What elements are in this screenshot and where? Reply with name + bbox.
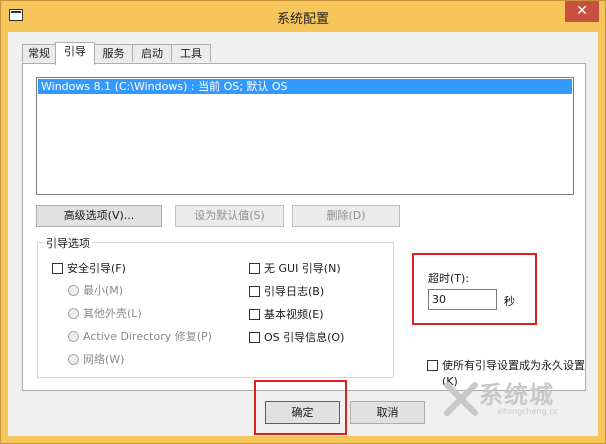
no-gui-boot-checkbox[interactable]: 无 GUI 引导(N) [249, 262, 341, 276]
boot-entries-list[interactable]: Windows 8.1 (C:\Windows) : 当前 OS; 默认 OS [36, 77, 574, 195]
cancel-button[interactable]: 取消 [350, 401, 425, 424]
os-boot-info-checkbox[interactable]: OS 引导信息(O) [249, 331, 344, 345]
delete-button[interactable]: 删除(D) [292, 205, 400, 227]
base-video-label: 基本视频(E) [264, 308, 324, 321]
boot-log-label: 引导日志(B) [264, 285, 325, 298]
no-gui-boot-label: 无 GUI 引导(N) [264, 262, 341, 275]
watermark-url: xitongcheng.cc [497, 407, 559, 416]
active-directory-label: Active Directory 修复(P) [83, 330, 212, 343]
safe-boot-checkbox[interactable]: 安全引导(F) [52, 262, 126, 276]
close-button[interactable]: ✕ [565, 1, 599, 22]
timeout-input[interactable]: 30 [428, 289, 497, 310]
watermark-logo-icon [444, 382, 478, 416]
title-bar[interactable]: 系统配置 ✕ [1, 1, 605, 31]
checkbox-box[interactable] [249, 286, 260, 297]
safe-boot-label: 安全引导(F) [67, 262, 126, 275]
minimal-label: 最小(M) [83, 284, 124, 297]
ok-button[interactable]: 确定 [265, 401, 340, 424]
base-video-checkbox[interactable]: 基本视频(E) [249, 308, 324, 322]
tab-tools[interactable]: 工具 [171, 44, 211, 62]
active-directory-repair-radio[interactable]: Active Directory 修复(P) [68, 330, 212, 344]
boot-log-checkbox[interactable]: 引导日志(B) [249, 285, 324, 299]
network-radio[interactable]: 网络(W) [68, 353, 124, 367]
radio-circle[interactable] [68, 285, 79, 296]
radio-circle[interactable] [68, 354, 79, 365]
tab-boot[interactable]: 引导 [55, 42, 95, 65]
alternate-shell-radio[interactable]: 其他外壳(L) [68, 307, 142, 321]
window-title: 系统配置 [276, 12, 329, 27]
radio-circle[interactable] [68, 331, 79, 342]
alternate-shell-label: 其他外壳(L) [83, 307, 142, 320]
os-boot-info-label: OS 引导信息(O) [264, 331, 345, 344]
minimal-radio[interactable]: 最小(M) [68, 284, 123, 298]
checkbox-box[interactable] [427, 360, 438, 371]
site-watermark: 系统城 xitongcheng.cc [441, 371, 591, 436]
network-label: 网络(W) [83, 353, 125, 366]
boot-options-group: 引导选项 安全引导(F) 最小(M) 其他外壳(L) Active Direct… [37, 235, 394, 378]
system-config-window: 系统配置 ✕ 常规 引导 服务 启动 工具 Windows 8.1 (C:\Wi… [0, 0, 606, 444]
timeout-unit: 秒 [504, 295, 515, 308]
checkbox-box[interactable] [249, 263, 260, 274]
radio-circle[interactable] [68, 308, 79, 319]
watermark-text: 系统城 [479, 381, 554, 409]
boot-options-legend: 引导选项 [44, 235, 92, 251]
boot-tab-panel: Windows 8.1 (C:\Windows) : 当前 OS; 默认 OS … [22, 63, 586, 391]
tab-general[interactable]: 常规 [22, 44, 56, 62]
timeout-label: 超时(T): [428, 272, 470, 285]
checkbox-box[interactable] [249, 309, 260, 320]
tab-services[interactable]: 服务 [94, 44, 133, 62]
tab-startup[interactable]: 启动 [132, 44, 172, 62]
boot-entry-selected[interactable]: Windows 8.1 (C:\Windows) : 当前 OS; 默认 OS [38, 79, 572, 94]
checkbox-box[interactable] [52, 263, 63, 274]
advanced-options-button[interactable]: 高级选项(V)... [36, 205, 162, 227]
set-default-button[interactable]: 设为默认值(S) [175, 205, 284, 227]
checkbox-box[interactable] [249, 332, 260, 343]
